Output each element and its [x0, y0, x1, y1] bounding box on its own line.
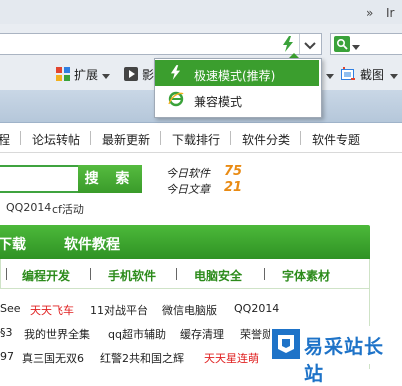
site-search-input[interactable] [0, 165, 78, 193]
nav-divider [300, 131, 301, 145]
search-engine-icon[interactable] [334, 36, 350, 52]
list-item[interactable]: 天天飞车 [30, 302, 74, 318]
tab-strip [0, 0, 402, 24]
nav-divider [20, 131, 21, 145]
address-bar[interactable] [0, 33, 322, 55]
category-divider [264, 268, 265, 280]
video-button[interactable]: 影 [142, 66, 154, 83]
list-item[interactable]: 我的世界全集 [24, 326, 90, 342]
nav-divider [90, 131, 91, 145]
watermark-logo-icon [272, 329, 300, 359]
today-articles-label: 今日文章 [166, 183, 210, 196]
extensions-chevron-icon[interactable] [102, 69, 110, 83]
nav-item-topics[interactable]: 软件专题 [312, 131, 360, 148]
nav-item[interactable]: 程 [0, 131, 10, 148]
nav-item-forum[interactable]: 论坛转帖 [32, 131, 80, 148]
category-divider [6, 268, 7, 280]
section-tab-bar [0, 225, 370, 259]
list-item[interactable]: 11对战平台 [90, 302, 148, 318]
nav-item-categories[interactable]: 软件分类 [242, 131, 290, 148]
address-divider [299, 34, 300, 54]
category-link-security[interactable]: 电脑安全 [194, 267, 242, 284]
toolbar-chevron-icon[interactable] [326, 69, 334, 83]
menu-item-compat-mode[interactable]: 兼容模式 [194, 93, 242, 110]
category-divider [90, 268, 91, 280]
nav-item-ranking[interactable]: 下载排行 [172, 131, 220, 148]
hot-search-link[interactable]: QQ2014 [6, 201, 51, 214]
extensions-button[interactable]: 扩展 [74, 66, 98, 83]
today-articles-count: 21 [224, 180, 243, 195]
today-software-count: 75 [224, 164, 243, 179]
list-item[interactable]: 97 [0, 350, 14, 363]
menu-item-speed-mode-label[interactable]: 极速模式(推荐) [194, 67, 275, 84]
ie-icon [168, 91, 184, 110]
site-search-button[interactable]: 搜 索 [78, 165, 142, 193]
list-item[interactable]: 微信电脑版 [162, 302, 217, 318]
list-item[interactable]: §3 [0, 326, 13, 339]
tab-label[interactable]: Ir [386, 6, 394, 20]
extensions-icon[interactable] [56, 67, 70, 84]
hot-search-link[interactable]: cf活动 [52, 201, 84, 217]
category-divider [176, 268, 177, 280]
list-item[interactable]: QQ2014 [234, 302, 279, 315]
category-link-mobile[interactable]: 手机软件 [108, 267, 156, 284]
screenshot-icon[interactable] [341, 67, 356, 84]
video-icon[interactable] [124, 67, 138, 84]
screenshot-chevron-icon[interactable] [390, 69, 398, 83]
nav-divider [230, 131, 231, 145]
screenshot-button[interactable]: 截图 [360, 66, 384, 83]
tab-overflow-chevron[interactable]: » [366, 6, 373, 20]
watermark-text: 易采站长站 [304, 336, 385, 385]
today-software-label: 今日软件 [166, 167, 210, 180]
section-tab-tutorials[interactable]: 软件教程 [64, 234, 120, 254]
lightning-icon [170, 65, 181, 83]
list-item[interactable]: qq超市辅助 [108, 326, 166, 342]
nav-divider [160, 131, 161, 145]
nav-item-latest[interactable]: 最新更新 [102, 131, 150, 148]
address-dropdown-chevron-icon[interactable] [304, 39, 316, 53]
category-link-fonts[interactable]: 字体素材 [282, 267, 330, 284]
list-item[interactable]: 缓存清理 [180, 326, 224, 342]
list-item[interactable]: See [0, 302, 21, 315]
category-link-programming[interactable]: 编程开发 [22, 267, 70, 284]
section-tab-download[interactable]: 下载 [0, 234, 26, 254]
search-engine-chevron-icon[interactable] [352, 40, 360, 54]
